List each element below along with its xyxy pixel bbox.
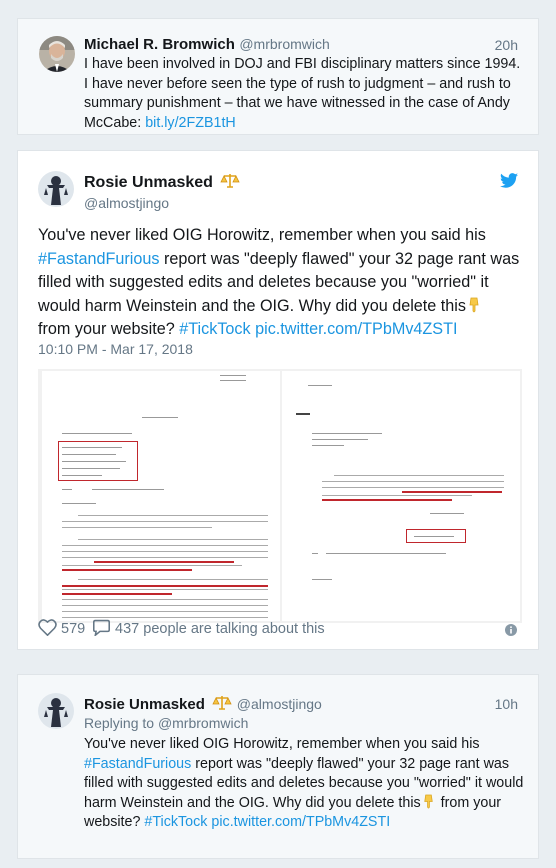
tweet-body-part: from your website? [38,320,180,338]
author-handle[interactable]: @mrbromwich [239,36,329,52]
tweet-image[interactable] [38,369,522,623]
tweet-body-part: You've never liked OIG Horowitz, remembe… [38,226,486,244]
pic-link[interactable]: pic.twitter.com/TPbMv4ZSTI [211,814,390,830]
hashtag-fastandfurious[interactable]: #FastandFurious [38,250,159,268]
tweet-text: You've never liked OIG Horowitz, remembe… [38,224,524,342]
tweet-card-rosie-embed[interactable]: Rosie Unmasked @almostjingo You've never… [17,150,539,650]
avatar[interactable] [39,36,75,72]
hashtag-fastandfurious[interactable]: #FastandFurious [84,756,191,772]
tweet-timestamp[interactable]: 10:10 PM - Mar 17, 2018 [38,341,193,357]
tweet-text: You've never liked OIG Horowitz, remembe… [84,735,524,833]
info-icon[interactable] [505,623,517,641]
comment-icon [92,619,111,640]
tweet-link[interactable]: bit.ly/2FZB1tH [145,115,236,131]
pointing-down-emoji [421,794,437,810]
comment-button[interactable]: 437 people are talking about this [92,619,325,640]
author-name[interactable]: Rosie Unmasked [84,174,213,191]
author-handle[interactable]: @almostjingo [84,195,169,211]
pic-link[interactable]: pic.twitter.com/TPbMv4ZSTI [255,320,457,338]
tweet-time[interactable]: 10h [495,696,518,712]
scales-badge-icon [220,173,241,189]
document-page-left [42,371,280,621]
like-button[interactable]: 579 [38,619,85,640]
twitter-bird-icon[interactable] [500,173,518,193]
pointing-down-emoji [466,297,482,313]
replying-to: Replying to @mrbromwich [84,715,248,731]
heart-icon [38,619,57,640]
tweet-card-rosie-reply[interactable]: Rosie Unmasked @almostjingo 10h Replying… [17,674,539,859]
avatar[interactable] [38,693,74,729]
replying-prefix: Replying to [84,715,158,731]
tweet-body-part: You've never liked OIG Horowitz, remembe… [84,736,480,752]
document-page-right [282,371,520,621]
hashtag-ticktock[interactable]: #TickTock [179,320,250,338]
tweet-card-bromwich[interactable]: Michael R. Bromwich @mrbromwich 20h I ha… [17,18,539,135]
author-name[interactable]: Michael R. Bromwich [84,36,235,53]
talking-count: 437 people are talking about this [115,621,325,637]
avatar[interactable] [38,171,74,207]
replying-to-handle[interactable]: @mrbromwich [158,715,248,731]
hashtag-ticktock[interactable]: #TickTock [144,814,207,830]
tweet-time[interactable]: 20h [495,37,518,53]
author-handle[interactable]: @almostjingo [237,696,322,712]
scales-badge-icon [212,695,232,711]
like-count: 579 [61,621,86,637]
author-name[interactable]: Rosie Unmasked [84,696,205,713]
tweet-text: I have been involved in DOJ and FBI disc… [84,55,524,133]
